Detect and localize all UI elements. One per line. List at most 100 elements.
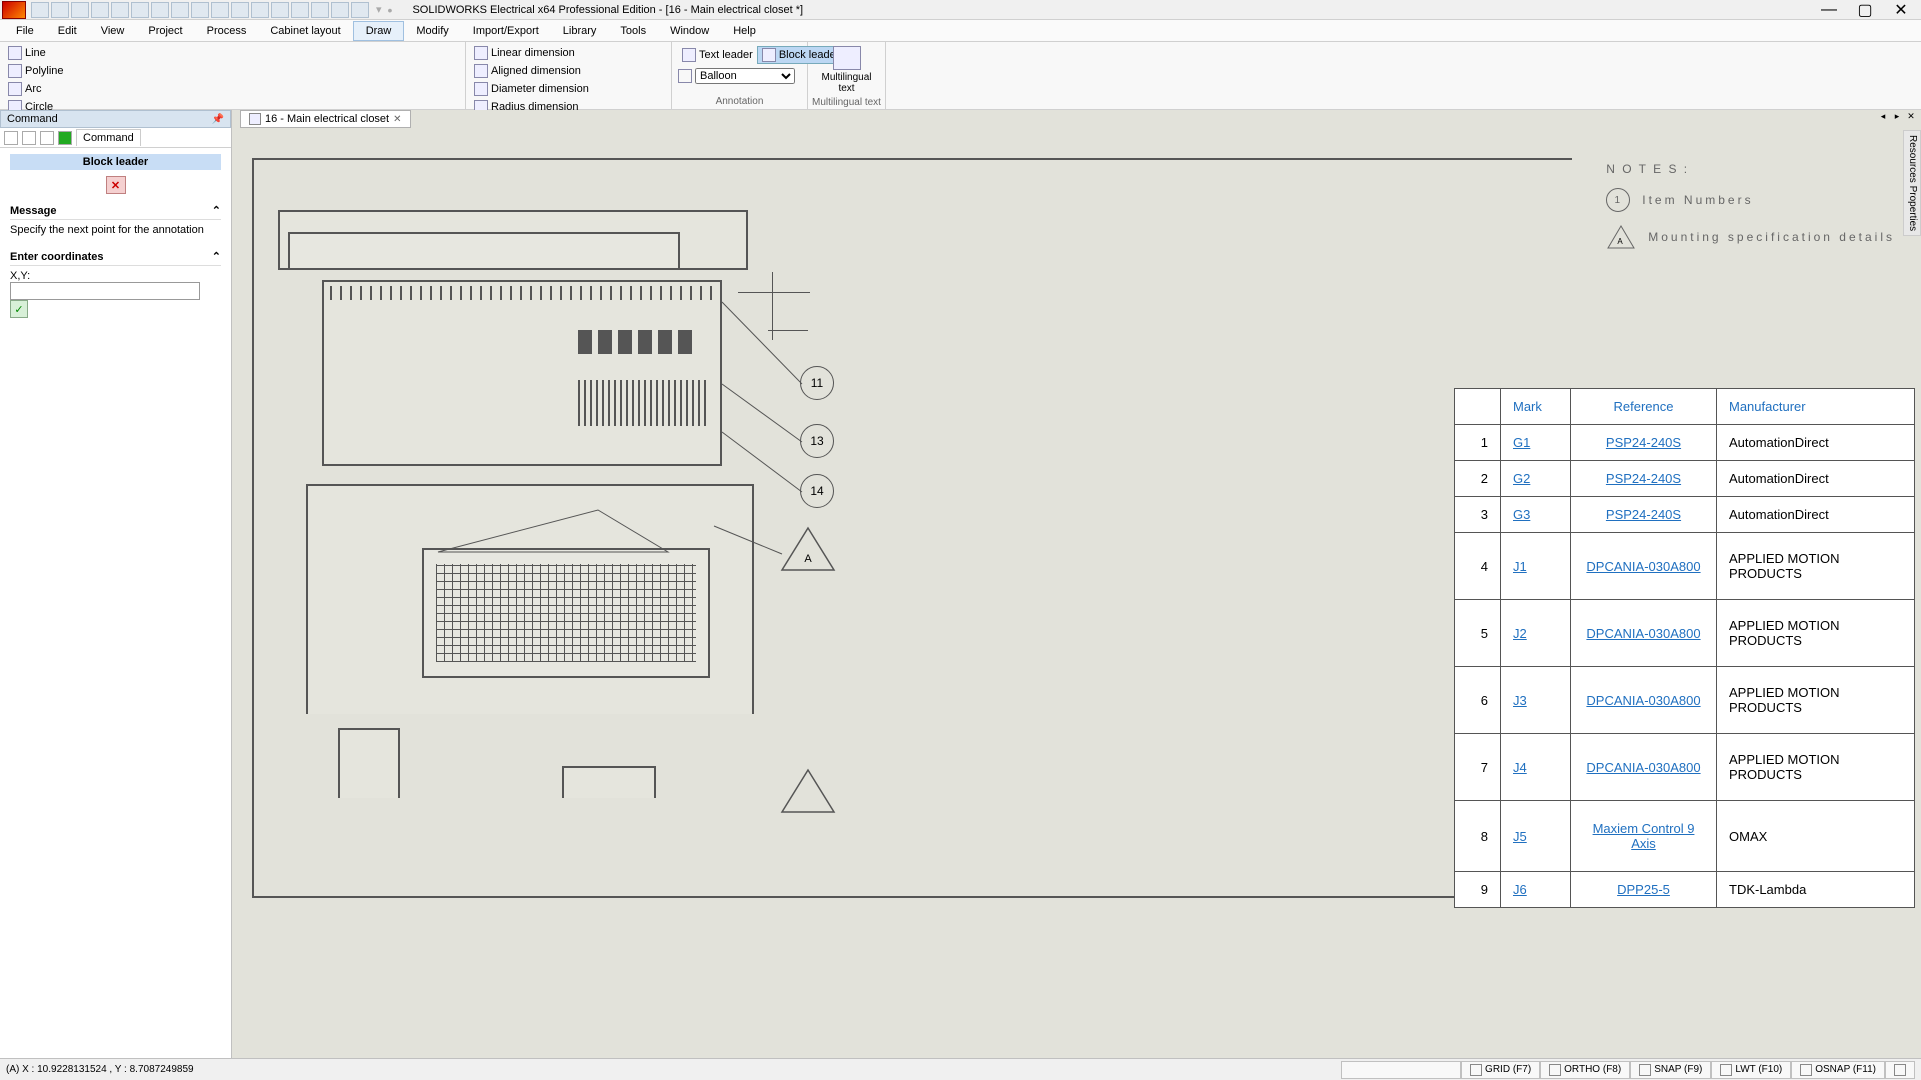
menu-import-export[interactable]: Import/Export: [461, 22, 551, 40]
window-title: SOLIDWORKS Electrical x64 Professional E…: [392, 4, 1811, 16]
mark-link[interactable]: J3: [1513, 693, 1527, 708]
status-osnap[interactable]: OSNAP (F11): [1791, 1061, 1885, 1079]
menu-project[interactable]: Project: [136, 22, 194, 40]
collapse-icon[interactable]: ⌃: [212, 204, 221, 217]
notes-header: N O T E S :: [1606, 162, 1895, 176]
close-button[interactable]: ✕: [1883, 1, 1919, 19]
reference-link[interactable]: DPCANIA-030A800: [1586, 626, 1700, 641]
mark-link[interactable]: G3: [1513, 507, 1530, 522]
menu-window[interactable]: Window: [658, 22, 721, 40]
tab-ico4[interactable]: [58, 131, 72, 145]
mark-link[interactable]: J2: [1513, 626, 1527, 641]
right-rail-tabs[interactable]: Resources Properties: [1903, 130, 1921, 236]
qat-btn15-icon[interactable]: [311, 2, 329, 18]
cmd-linear-dim[interactable]: Linear dimension: [470, 44, 593, 62]
drawing-canvas[interactable]: 16 - Main electrical closet ✕ ◂ ▸ ✕: [232, 110, 1921, 1058]
qat-btn5-icon[interactable]: [111, 2, 129, 18]
balloon-icon: [678, 69, 692, 83]
mark-link[interactable]: J4: [1513, 760, 1527, 775]
mark-link[interactable]: J1: [1513, 559, 1527, 574]
message-header[interactable]: Message⌃: [10, 202, 221, 220]
menu-tools[interactable]: Tools: [608, 22, 658, 40]
reference-link[interactable]: DPCANIA-030A800: [1586, 559, 1700, 574]
status-snap[interactable]: SNAP (F9): [1630, 1061, 1711, 1079]
cancel-button[interactable]: ✕: [106, 176, 126, 194]
qat-redo-icon[interactable]: [91, 2, 109, 18]
qat-btn12-icon[interactable]: [251, 2, 269, 18]
menu-view[interactable]: View: [89, 22, 137, 40]
reference-link[interactable]: DPCANIA-030A800: [1586, 693, 1700, 708]
maximize-button[interactable]: ▢: [1847, 1, 1883, 19]
menu-draw[interactable]: Draw: [353, 21, 405, 41]
confirm-button[interactable]: ✓: [10, 300, 28, 318]
qat-btn14-icon[interactable]: [291, 2, 309, 18]
qat-btn10-icon[interactable]: [211, 2, 229, 18]
tab-command-label[interactable]: Command: [76, 129, 141, 146]
reference-link[interactable]: DPCANIA-030A800: [1586, 760, 1700, 775]
qat-btn9-icon[interactable]: [191, 2, 209, 18]
tab-prev-icon[interactable]: ◂: [1877, 110, 1889, 122]
enclosure-inner: [288, 232, 680, 270]
minimize-button[interactable]: —: [1811, 1, 1847, 19]
bom-table: Mark Reference Manufacturer 1 G1 PSP24-2…: [1454, 388, 1915, 908]
balloon-select[interactable]: Balloon: [695, 68, 795, 84]
mark-link[interactable]: J5: [1513, 829, 1527, 844]
qat-btn17-icon[interactable]: [351, 2, 369, 18]
status-users[interactable]: [1885, 1061, 1915, 1079]
cmd-diameter-dim[interactable]: Diameter dimension: [470, 80, 593, 98]
status-lwt[interactable]: LWT (F10): [1711, 1061, 1791, 1079]
reference-link[interactable]: PSP24-240S: [1606, 507, 1681, 522]
menu-edit[interactable]: Edit: [46, 22, 89, 40]
qat-btn11-icon[interactable]: [231, 2, 249, 18]
table-row: 3 G3 PSP24-240S AutomationDirect: [1455, 497, 1915, 533]
menu-process[interactable]: Process: [195, 22, 259, 40]
reference-link[interactable]: PSP24-240S: [1606, 435, 1681, 450]
qat-btn7-icon[interactable]: [151, 2, 169, 18]
cmd-text-leader[interactable]: Text leader: [678, 46, 757, 64]
document-tab[interactable]: 16 - Main electrical closet ✕: [240, 110, 411, 128]
cmd-polyline[interactable]: Polyline: [4, 62, 94, 80]
menu-file[interactable]: File: [4, 22, 46, 40]
cmd-arc[interactable]: Arc: [4, 80, 94, 98]
ribbon: Line Polyline Arc Circle Ellipse Ellipti…: [0, 42, 1921, 110]
cmd-multilingual-text[interactable]: Multilingual text: [812, 44, 881, 96]
triangle-marker: A: [778, 524, 838, 574]
qat-undo-icon[interactable]: [71, 2, 89, 18]
tab-ico3[interactable]: [40, 131, 54, 145]
pin-icon[interactable]: 📌: [212, 114, 224, 125]
tab-ico2[interactable]: [22, 131, 36, 145]
polyline-icon: [8, 64, 22, 78]
menu-help[interactable]: Help: [721, 22, 768, 40]
qat-btn16-icon[interactable]: [331, 2, 349, 18]
status-layer[interactable]: [1341, 1061, 1461, 1079]
tab-close-all-icon[interactable]: ✕: [1905, 110, 1917, 122]
menu-modify[interactable]: Modify: [404, 22, 460, 40]
menu-library[interactable]: Library: [551, 22, 609, 40]
reference-link[interactable]: DPP25-5: [1617, 882, 1670, 897]
coords-header[interactable]: Enter coordinates⌃: [10, 248, 221, 266]
mark-link[interactable]: J6: [1513, 882, 1527, 897]
device-a: [338, 728, 400, 798]
qat-btn13-icon[interactable]: [271, 2, 289, 18]
tab-next-icon[interactable]: ▸: [1891, 110, 1903, 122]
reference-link[interactable]: PSP24-240S: [1606, 471, 1681, 486]
qat-save-icon[interactable]: [51, 2, 69, 18]
table-row: 7 J4 DPCANIA-030A800 APPLIED MOTION PROD…: [1455, 734, 1915, 801]
mark-link[interactable]: G1: [1513, 435, 1530, 450]
reference-link[interactable]: Maxiem Control 9 Axis: [1593, 821, 1695, 851]
tab-ico1[interactable]: [4, 131, 18, 145]
coord-input[interactable]: [10, 282, 200, 300]
cmd-line[interactable]: Line: [4, 44, 94, 62]
qat-btn6-icon[interactable]: [131, 2, 149, 18]
tab-close-icon[interactable]: ✕: [393, 114, 401, 125]
status-ortho[interactable]: ORTHO (F8): [1540, 1061, 1630, 1079]
cmd-aligned-dim[interactable]: Aligned dimension: [470, 62, 593, 80]
mark-link[interactable]: G2: [1513, 471, 1530, 486]
status-grid[interactable]: GRID (F7): [1461, 1061, 1540, 1079]
qat-btn8-icon[interactable]: [171, 2, 189, 18]
qat-new-icon[interactable]: [31, 2, 49, 18]
menu-cabinet-layout[interactable]: Cabinet layout: [258, 22, 352, 40]
message-body: Specify the next point for the annotatio…: [10, 220, 221, 240]
text-leader-icon: [682, 48, 696, 62]
collapse-icon[interactable]: ⌃: [212, 250, 221, 263]
